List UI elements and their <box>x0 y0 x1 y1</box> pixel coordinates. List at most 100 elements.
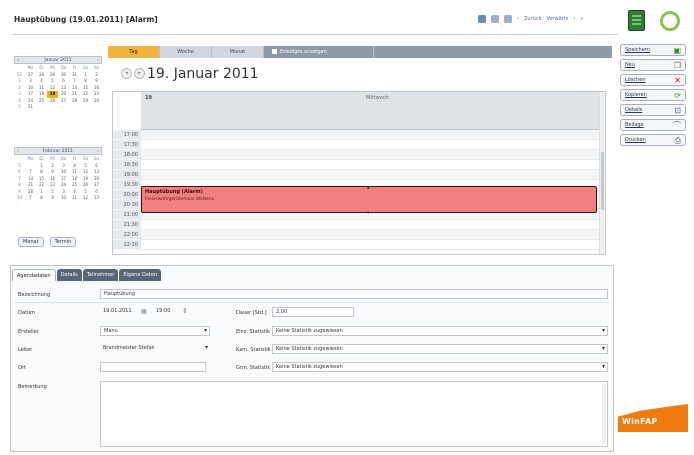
resize-handle-top-icon[interactable]: ▴ <box>367 185 370 191</box>
time-slot[interactable] <box>141 140 604 150</box>
tab-week[interactable]: Woche <box>160 46 212 58</box>
details-button[interactable]: Details ⊡ <box>620 104 686 116</box>
bezeichnung-field[interactable]: Hauptübung <box>100 289 608 299</box>
time-slot[interactable] <box>141 130 604 140</box>
time-slot[interactable] <box>141 170 604 180</box>
forward-arrow-icon[interactable]: › <box>573 16 575 22</box>
button-label: Speichern <box>625 47 650 53</box>
neu-button[interactable]: Neu ❐ <box>620 59 686 71</box>
kopieren-button[interactable]: Kopieren ⟳ <box>620 89 686 101</box>
filter-icon[interactable] <box>491 15 499 23</box>
mini-calendar-day[interactable]: 8 <box>36 195 47 202</box>
logo-text: WinFAP <box>622 417 658 426</box>
stat2-label: Kam. Statistik <box>236 347 271 353</box>
calendar-icon[interactable] <box>628 10 645 31</box>
first-icon[interactable] <box>504 15 512 23</box>
mini-calendar-header: ‹ Januar 2011 › <box>14 56 102 64</box>
ort-label: Ort <box>18 365 26 371</box>
prev-month-icon[interactable]: ‹ <box>17 58 19 63</box>
mini-calendar-day[interactable]: 10 <box>58 195 69 202</box>
refresh-ring-icon[interactable] <box>660 11 680 31</box>
appointment-button[interactable]: Termin <box>49 237 77 247</box>
tab-teilnehmer[interactable]: Teilnehmer <box>82 269 119 281</box>
mini-calendar-day[interactable]: 13 <box>91 195 102 202</box>
tab-eigene-daten[interactable]: Eigene Daten <box>119 269 162 281</box>
leiter-label: Leiter <box>18 347 33 353</box>
mini-calendar-day[interactable]: 12 <box>80 195 91 202</box>
date-picker-icon[interactable]: ▦ <box>141 308 147 315</box>
drucken-button[interactable]: Drucken ⎙ <box>620 134 686 146</box>
time-slot[interactable] <box>141 150 604 160</box>
time-slot[interactable] <box>141 160 604 170</box>
time-label: 21:30 <box>113 220 141 230</box>
location-field[interactable] <box>100 362 206 372</box>
mini-calendar-day[interactable]: 11 <box>69 195 80 202</box>
time-label: 21:00 <box>113 210 141 220</box>
time-label: 19:30 <box>113 180 141 190</box>
prev-month-icon[interactable]: ‹ <box>17 149 19 154</box>
calendar-event[interactable]: Hauptübung (Alarm) Feuerwehrgerätehaus W… <box>141 185 597 216</box>
mini-calendar-day[interactable] <box>47 104 58 111</box>
title-divider <box>12 34 618 35</box>
time-slot[interactable] <box>141 220 604 230</box>
duration-field[interactable]: 2,00 <box>272 307 354 317</box>
forward-link[interactable]: Vorwärts <box>546 16 568 22</box>
beilage-button[interactable]: Beilage ⌒ <box>620 119 686 131</box>
mini-calendar-day[interactable] <box>91 104 102 111</box>
back-arrow-icon[interactable]: ‹ <box>517 16 519 22</box>
tab-day[interactable]: Tag <box>108 46 160 58</box>
creator-select[interactable]: Manu <box>100 326 210 336</box>
leader-select[interactable]: Brandmeister Stefan <box>100 344 210 354</box>
back-link[interactable]: Zurück <box>524 16 541 22</box>
time-spinner-icon[interactable]: ⇕ <box>182 307 188 315</box>
month-button[interactable]: Monat <box>18 237 44 247</box>
tab-month[interactable]: Monat <box>212 46 264 58</box>
statistic-3-select[interactable]: Keine Statistik zugewiesen <box>272 362 608 372</box>
mini-calendar-day[interactable] <box>69 104 80 111</box>
people-icon[interactable] <box>478 15 486 23</box>
day-header: 19 Mittwoch <box>141 92 604 130</box>
resize-handle-bottom-icon[interactable]: ▾ <box>367 210 370 216</box>
time-label: 18:30 <box>113 160 141 170</box>
time-field[interactable]: 19:00 <box>153 307 179 317</box>
mini-calendar-day[interactable] <box>36 104 47 111</box>
tab-details[interactable]: Details <box>56 269 82 281</box>
mini-calendar-day[interactable] <box>80 104 91 111</box>
mini-calendar-day[interactable] <box>58 104 69 111</box>
mini-calendar-january: ‹ Januar 2011 › Mo Di Mi Do Fr Sa So 52 27 28 29 30… <box>14 56 102 111</box>
calendar-scrollbar[interactable] <box>599 92 605 254</box>
next-month-icon[interactable]: › <box>97 149 99 154</box>
new-icon: ❐ <box>673 61 681 70</box>
stat3-label: Grm. Statistik <box>236 365 271 371</box>
prev-day-icon[interactable]: ◂ <box>121 68 132 79</box>
last-icon[interactable]: » <box>580 16 583 22</box>
date-field[interactable]: 19.01.2011 <box>100 307 140 317</box>
löschen-button[interactable]: Löschen ✕ <box>620 74 686 86</box>
show-completed-checkbox[interactable]: Erledigte anzeigen <box>264 46 374 58</box>
time-label: 18:00 <box>113 150 141 160</box>
next-month-icon[interactable]: › <box>97 58 99 63</box>
mini-calendar-day[interactable]: 7 <box>25 195 36 202</box>
button-label: Details <box>625 107 643 113</box>
event-location: Feuerwehrgerätehaus Wattens <box>145 197 215 202</box>
statistic-2-select[interactable]: Keine Statistik zugewiesen <box>272 344 608 354</box>
mini-calendar-buttons: Monat Termin <box>18 237 77 247</box>
statistic-1-select[interactable]: Keine Statistik zugewiesen <box>272 326 608 336</box>
speichern-button[interactable]: Speichern ▣ <box>620 44 686 56</box>
mini-calendar-day[interactable]: 9 <box>47 195 58 202</box>
save-icon: ▣ <box>673 46 681 55</box>
datum-label: Datum <box>18 310 35 316</box>
time-label: 17:00 <box>113 130 141 140</box>
top-navigation: ‹ Zurück Vorwärts › » <box>478 13 583 25</box>
time-slot[interactable] <box>141 240 604 250</box>
mini-calendar-day[interactable]: 31 <box>25 104 36 111</box>
calendar-date-title: 19. Januar 2011 <box>147 66 259 82</box>
tab-agendadaten[interactable]: Agendadaten <box>12 269 56 281</box>
detail-tabs: Agendadaten Details Teilnehmer Eigene Daten <box>12 269 162 281</box>
mini-calendar-month: Februar 2011 <box>42 148 74 154</box>
mini-calendar-grid: Mo Di Mi Do Fr Sa So 5 1 2 3 4 5 6 6 7 8 9 10 11 12 13 7 14 15 16… <box>14 156 102 202</box>
time-slot[interactable] <box>141 230 604 240</box>
next-day-icon[interactable]: ▸ <box>134 68 145 79</box>
remarks-textarea[interactable] <box>100 381 608 447</box>
button-label: Kopieren <box>625 92 647 98</box>
